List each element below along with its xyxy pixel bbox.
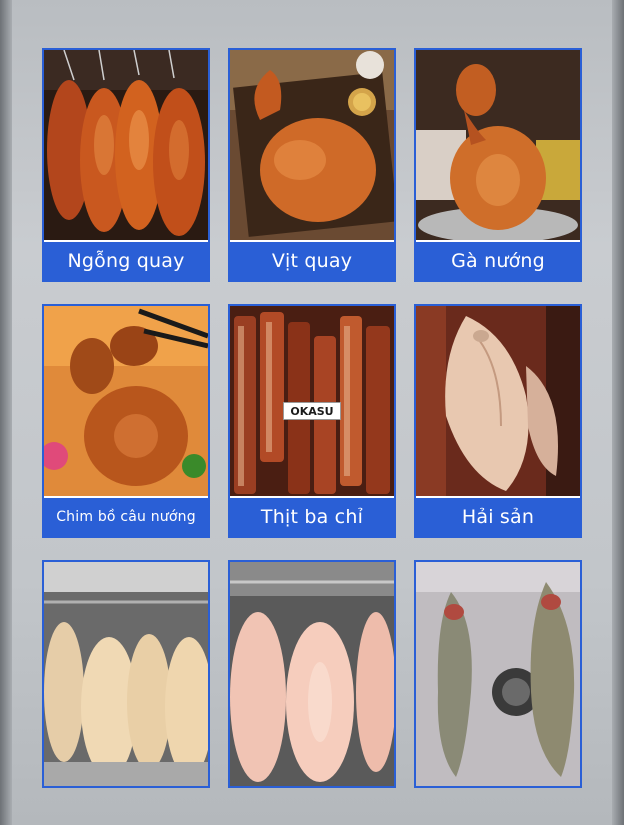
tile-label: Gà nướng <box>416 240 580 280</box>
tile-roast-goose: Ngỗng quay <box>42 48 210 282</box>
roast-goose-icon <box>44 50 208 242</box>
raw-pork-icon <box>230 562 394 786</box>
tile-label: Chim bồ câu nướng <box>44 496 208 536</box>
raw-fish-icon <box>416 562 580 786</box>
raw-duck-icon <box>44 562 208 786</box>
roast-pigeon-icon <box>44 306 208 498</box>
tile-label: Ngỗng quay <box>44 240 208 280</box>
dried-fish-icon <box>416 306 580 498</box>
tile-raw-pork <box>228 560 396 788</box>
roast-duck-icon <box>230 50 394 242</box>
tile-label: Hải sản <box>416 496 580 536</box>
tile-roast-chicken: Gà nướng <box>414 48 582 282</box>
tile-pork-belly: Thịt ba chỉ <box>228 304 396 538</box>
tile-raw-fish <box>414 560 582 788</box>
tile-roast-pigeon: Chim bồ câu nướng <box>42 304 210 538</box>
tile-label: Thịt ba chỉ <box>230 496 394 536</box>
tile-label: Vịt quay <box>230 240 394 280</box>
tile-roast-duck: Vịt quay <box>228 48 396 282</box>
frame-left-edge <box>0 0 12 825</box>
product-applications-panel: Ngỗng quay Vịt quay Gà nướng Chim bồ câu… <box>0 0 624 825</box>
frame-right-edge <box>612 0 624 825</box>
brand-logo: OKASU <box>283 402 341 420</box>
tile-seafood: Hải sản <box>414 304 582 538</box>
tile-raw-duck <box>42 560 210 788</box>
roast-chicken-icon <box>416 50 580 242</box>
